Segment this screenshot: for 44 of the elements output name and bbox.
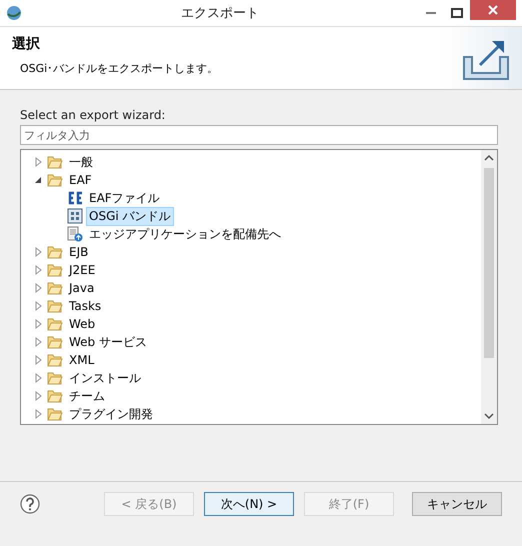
window-title: エクスポート: [180, 5, 260, 22]
globe-icon: [6, 5, 22, 21]
minimize-icon: [426, 12, 436, 14]
filter-field[interactable]: フィルタ入力: [20, 125, 498, 145]
tree-item[interactable]: EAFファイル: [87, 190, 162, 206]
folder-icon: [47, 388, 63, 404]
folder-icon: [47, 316, 63, 332]
tree-item[interactable]: プラグイン開発: [67, 406, 155, 422]
bundle-icon: [67, 208, 83, 224]
wizard-label: Select an export wizard:: [20, 108, 166, 122]
folder-icon: [47, 298, 63, 314]
page-title: 選択: [12, 35, 41, 53]
tree-item[interactable]: Java: [67, 281, 96, 295]
help-icon[interactable]: [20, 494, 40, 514]
folder-icon: [47, 352, 63, 368]
ee-logo-icon: [67, 190, 83, 206]
tree-item[interactable]: エッジアプリケーションを配備先へ: [87, 226, 283, 242]
scrollbar[interactable]: [481, 150, 497, 424]
folder-icon: [47, 154, 63, 170]
tree-item[interactable]: XML: [67, 353, 96, 367]
folder-icon: [47, 370, 63, 386]
folder-icon: [47, 406, 63, 422]
tree-item[interactable]: OSGi バンドル: [87, 208, 173, 224]
tree-item[interactable]: J2EE: [67, 263, 98, 277]
close-button[interactable]: [470, 0, 516, 20]
tree-item[interactable]: EJB: [67, 245, 90, 259]
tree-item[interactable]: Web サービス: [67, 334, 149, 350]
tree-item[interactable]: チーム: [67, 388, 107, 404]
page-description: OSGi･バンドルをエクスポートします。: [20, 61, 220, 76]
folder-icon: [47, 280, 63, 296]
tree-item[interactable]: Web: [67, 317, 98, 331]
document-upload-icon: [67, 226, 83, 242]
folder-icon: [47, 172, 63, 188]
close-icon: [488, 5, 498, 15]
tree-item[interactable]: Tasks: [67, 299, 104, 313]
maximize-icon: [451, 8, 463, 18]
folder-icon: [47, 244, 63, 260]
tree-item[interactable]: インストール: [67, 370, 143, 386]
tree-item[interactable]: EAF: [67, 173, 94, 187]
folder-icon: [47, 334, 63, 350]
dialog-button[interactable]: 次へ(N) >: [204, 492, 294, 516]
folder-icon: [47, 262, 63, 278]
tree-item[interactable]: 一般: [67, 154, 95, 170]
dialog-button[interactable]: キャンセル: [412, 492, 502, 516]
